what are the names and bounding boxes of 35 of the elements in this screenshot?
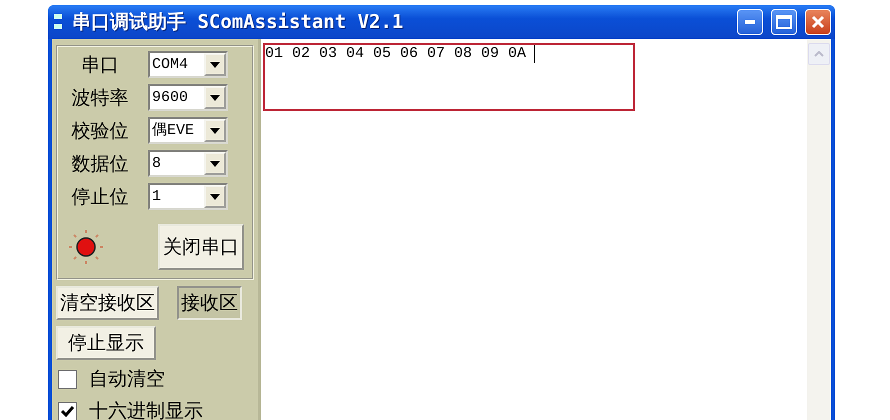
setting-label: 校验位	[70, 118, 130, 144]
checkbox-label: 自动清空	[89, 367, 165, 392]
setting-label: 波特率	[70, 86, 130, 110]
dropdown-arrow-icon	[210, 160, 220, 166]
close-port-button[interactable]: 关闭串口	[158, 224, 244, 270]
panel-button[interactable]: 清空接收区	[56, 286, 159, 320]
checkbox[interactable]	[58, 370, 77, 388]
close-icon	[811, 15, 825, 29]
setting-dropdown[interactable]: 1	[148, 183, 228, 210]
maximize-button[interactable]	[771, 9, 797, 35]
receive-text-area[interactable]: 01 02 03 04 05 06 07 08 09 0A	[261, 39, 807, 420]
dropdown-arrow-icon	[210, 62, 220, 68]
window-title: 串口调试助手 SComAssistant V2.1	[72, 10, 404, 35]
checkbox-label: 十六进制显示	[89, 399, 203, 420]
checkbox[interactable]	[58, 402, 77, 420]
setting-dropdown[interactable]: 8	[148, 150, 228, 177]
close-button[interactable]	[805, 9, 831, 35]
setting-label: 数据位	[70, 152, 130, 176]
dropdown-arrow-icon	[210, 194, 220, 200]
checkmark-icon	[61, 406, 74, 416]
dropdown-arrow-icon	[210, 128, 220, 134]
app-icon	[54, 13, 64, 31]
setting-label: 串口	[80, 52, 120, 78]
panel-button[interactable]: 接收区	[177, 286, 242, 320]
text-cursor	[534, 45, 536, 63]
received-data: 01 02 03 04 05 06 07 08 09 0A	[265, 45, 526, 62]
minimize-button[interactable]	[737, 9, 763, 35]
maximize-icon	[776, 15, 792, 29]
dropdown-arrow-icon	[210, 94, 220, 100]
setting-label: 停止位	[70, 184, 130, 210]
setting-dropdown[interactable]: COM4	[148, 51, 228, 78]
setting-dropdown[interactable]: 偶EVE	[148, 117, 228, 144]
panel-button[interactable]: 停止显示	[56, 326, 156, 360]
setting-dropdown[interactable]: 9600	[148, 84, 228, 111]
minimize-icon	[745, 20, 755, 24]
